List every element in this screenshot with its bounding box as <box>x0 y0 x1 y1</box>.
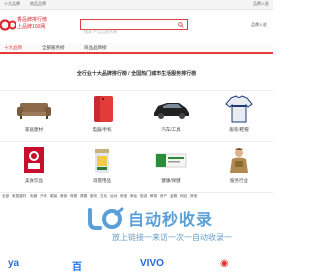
watermark-title: 自动秒收录 <box>128 212 214 229</box>
logo-icon[interactable] <box>0 17 16 33</box>
top-utility-bar: 十大品牌 商品品牌 品牌入驻 <box>0 0 273 10</box>
category-label: 家居建材 <box>25 127 43 132</box>
sofa-icon <box>17 103 51 119</box>
category-label: 汽车/工具 <box>161 127 181 132</box>
category-bar-item[interactable]: 文化 <box>100 194 107 199</box>
category-card[interactable]: 母婴用品 <box>68 143 136 193</box>
watermark: 自动秒收录 放上链接一来访一次一自动收录一 <box>86 206 256 250</box>
phone-icon <box>94 96 113 122</box>
category-bar-item[interactable]: 网站 <box>180 194 187 199</box>
watermark-logo-icon <box>88 207 124 230</box>
topbar-link[interactable]: 十大品牌 <box>4 1 20 7</box>
category-bar-item[interactable]: 美食 <box>60 194 67 199</box>
section-banner: 全行业十大品牌排行榜 / 全国热门城市生活服务排行榜 <box>0 58 273 88</box>
logo-text: 香品牌排行榜 上品牌100网 <box>17 17 47 31</box>
category-label: 服装/鞋帽 <box>229 127 249 132</box>
search-button[interactable] <box>174 20 187 29</box>
divider <box>0 141 273 142</box>
category-bar-item[interactable]: 健康 <box>80 194 87 199</box>
category-bar-item[interactable]: 运动 <box>110 194 117 199</box>
category-card[interactable]: 健康/保健 <box>137 143 205 193</box>
tshirt-icon <box>225 95 253 123</box>
category-bar-item[interactable]: 美妆 <box>130 194 137 199</box>
category-bar-item[interactable]: 金融 <box>170 194 177 199</box>
category-label: 服务行业 <box>230 178 248 183</box>
site-header: 香品牌排行榜 上品牌100网 品牌入驻 <box>0 11 273 41</box>
category-card[interactable]: 汽车/工具 <box>137 92 205 142</box>
category-bar-item[interactable]: 旅游 <box>140 194 147 199</box>
category-bar-item[interactable]: 家居建材 <box>12 194 26 199</box>
category-card[interactable]: 服装/鞋帽 <box>205 92 273 142</box>
category-bar-item[interactable]: 珠宝 <box>120 194 127 199</box>
category-label: 电器/手机 <box>92 127 112 132</box>
category-bar-item[interactable]: 房产 <box>160 194 167 199</box>
category-label: 美食饮品 <box>25 178 43 183</box>
header-right-link[interactable]: 品牌入驻 <box>251 22 267 28</box>
medicine-box-icon <box>155 153 187 168</box>
category-label: 健康/保健 <box>161 178 181 183</box>
brand-logo[interactable]: VIVO <box>140 258 164 269</box>
brand-logo-row: ya 百 VIVO ◉ <box>0 255 273 272</box>
logo-line-1: 香品牌排行榜 <box>17 17 48 23</box>
category-bar-item[interactable]: 其他 <box>190 194 197 199</box>
category-card[interactable]: 美食饮品 <box>0 143 68 193</box>
main-nav: 十大品牌 全部服务榜 商品品牌榜 <box>0 43 273 54</box>
tab-services[interactable]: 全部服务榜 <box>42 45 65 51</box>
category-bar-item[interactable]: 教育 <box>150 194 157 199</box>
category-bar-item[interactable]: 全部 <box>2 194 9 199</box>
category-card[interactable]: 电器/手机 <box>68 92 136 142</box>
divider <box>0 90 273 91</box>
brand-logo[interactable]: 百 <box>72 258 82 272</box>
car-icon <box>154 103 189 119</box>
banner-title: 全行业十大品牌排行榜 / 全国热门城市生活服务排行榜 <box>76 71 197 77</box>
category-card[interactable]: 服务行业 <box>205 143 273 193</box>
category-bar-item[interactable]: 电器 <box>30 194 37 199</box>
search-icon <box>177 21 184 28</box>
logo-line-2: 上品牌100网 <box>17 24 46 30</box>
watermark-subtitle: 放上链接一来访一次一自动收录一 <box>112 233 232 242</box>
category-bar-item[interactable]: 服装 <box>50 194 57 199</box>
search-input[interactable] <box>81 27 171 36</box>
category-label: 母婴用品 <box>93 178 111 183</box>
brand-logo[interactable]: ◉ <box>220 258 229 269</box>
category-bar-item[interactable]: 汽车 <box>40 194 47 199</box>
category-bar-item[interactable]: 母婴 <box>70 194 77 199</box>
worker-icon <box>230 148 248 173</box>
brand-logo[interactable]: ya <box>8 258 19 269</box>
category-bar: 全部 家居建材 电器 汽车 服装 美食 母婴 健康 服务 文化 运动 珠宝 美妆… <box>0 192 273 200</box>
kfc-icon <box>24 147 44 173</box>
search-box <box>80 19 188 36</box>
tab-top-brands[interactable]: 十大品牌 <box>4 45 22 51</box>
topbar-link[interactable]: 商品品牌 <box>30 1 46 7</box>
topbar-right-link[interactable]: 品牌入驻 <box>253 1 269 7</box>
tab-products[interactable]: 商品品牌榜 <box>84 45 107 51</box>
category-card[interactable]: 家居建材 <box>0 92 68 142</box>
milk-can-icon <box>95 149 109 173</box>
category-bar-item[interactable]: 服务 <box>90 194 97 199</box>
